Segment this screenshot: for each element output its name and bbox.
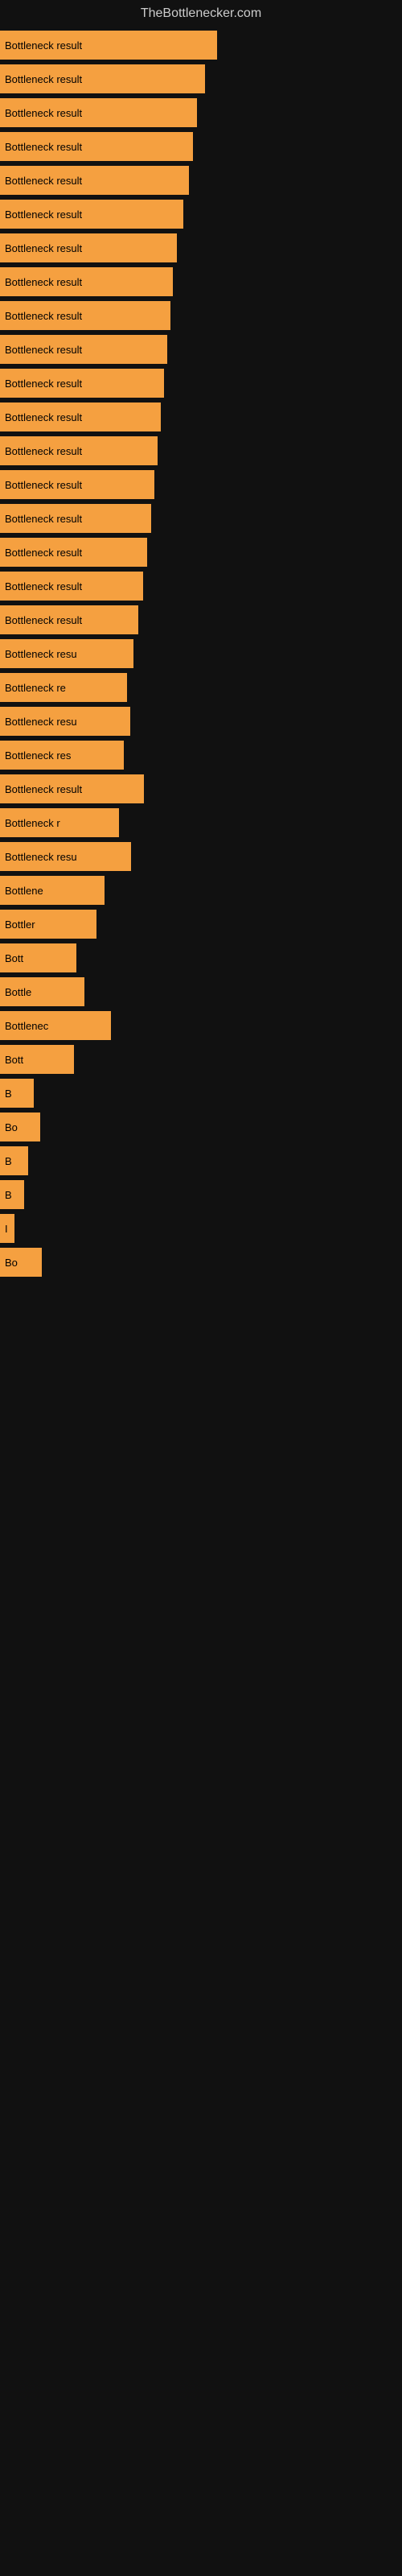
site-title: TheBottlenecker.com [0, 0, 402, 31]
bottleneck-bar: B [0, 1180, 24, 1209]
bottleneck-bar: Bottleneck result [0, 98, 197, 127]
bar-row: Bottleneck re [0, 673, 402, 702]
bar-row: Bottleneck result [0, 64, 402, 93]
bar-row: Bottleneck result [0, 200, 402, 229]
bottleneck-bar: Bottleneck result [0, 572, 143, 601]
bar-row: Bottlenec [0, 1011, 402, 1040]
bottleneck-bar: Bottleneck resu [0, 639, 133, 668]
bottleneck-bar: Bo [0, 1113, 40, 1141]
bar-row: Bottleneck result [0, 504, 402, 533]
bar-row: Bottleneck resu [0, 639, 402, 668]
bottleneck-bar: Bott [0, 1045, 74, 1074]
bottleneck-bar: Bottleneck result [0, 132, 193, 161]
bar-row: Bottleneck result [0, 774, 402, 803]
bottleneck-bar: Bottleneck result [0, 504, 151, 533]
bottleneck-bar: Bottleneck result [0, 31, 217, 60]
bar-row: Bo [0, 1248, 402, 1277]
bottleneck-bar: Bottleneck result [0, 335, 167, 364]
bottleneck-bar: Bottleneck resu [0, 842, 131, 871]
bottleneck-bar: Bottleneck result [0, 402, 161, 431]
bar-row: Bottleneck result [0, 538, 402, 567]
bottleneck-bar: Bottleneck result [0, 166, 189, 195]
bar-row: Bott [0, 943, 402, 972]
bar-row: I [0, 1214, 402, 1243]
bottleneck-bar: B [0, 1146, 28, 1175]
bar-row: Bottleneck result [0, 335, 402, 364]
bottleneck-bar: Bottleneck result [0, 436, 158, 465]
bar-row: Bottleneck result [0, 605, 402, 634]
bottleneck-bar: Bottleneck result [0, 369, 164, 398]
bar-row: Bott [0, 1045, 402, 1074]
bar-row: Bottleneck result [0, 233, 402, 262]
bottleneck-bar: B [0, 1079, 34, 1108]
bar-row: Bottleneck result [0, 436, 402, 465]
bar-row: Bottleneck result [0, 402, 402, 431]
bar-row: Bottlene [0, 876, 402, 905]
bar-row: B [0, 1146, 402, 1175]
bar-row: Bottleneck resu [0, 842, 402, 871]
bottleneck-bar: Bottleneck result [0, 470, 154, 499]
bar-row: B [0, 1079, 402, 1108]
bottleneck-bar: Bottleneck re [0, 673, 127, 702]
bottleneck-bar: Bottleneck res [0, 741, 124, 770]
bar-chart: Bottleneck result Bottleneck result Bottle… [0, 31, 402, 1282]
bottleneck-bar: Bottle [0, 977, 84, 1006]
bottleneck-bar: Bottler [0, 910, 96, 939]
bar-row: Bottleneck result [0, 301, 402, 330]
bar-row: Bottleneck res [0, 741, 402, 770]
bottleneck-bar: Bottleneck result [0, 301, 170, 330]
bar-row: Bottleneck r [0, 808, 402, 837]
bottleneck-bar: Bottleneck result [0, 200, 183, 229]
bottleneck-bar: Bottleneck result [0, 267, 173, 296]
bottleneck-bar: Bottleneck result [0, 605, 138, 634]
bar-row: Bottleneck resu [0, 707, 402, 736]
bar-row: Bottleneck result [0, 98, 402, 127]
bottleneck-bar: Bottlene [0, 876, 105, 905]
bar-row: Bottleneck result [0, 369, 402, 398]
bottleneck-bar: Bottleneck r [0, 808, 119, 837]
bottleneck-bar: Bott [0, 943, 76, 972]
bottleneck-bar: Bottleneck result [0, 774, 144, 803]
bar-row: Bottleneck result [0, 132, 402, 161]
bottleneck-bar: Bottleneck result [0, 64, 205, 93]
bar-row: Bottleneck result [0, 31, 402, 60]
bar-row: Bottler [0, 910, 402, 939]
bottleneck-bar: Bottleneck result [0, 233, 177, 262]
bar-row: Bottleneck result [0, 572, 402, 601]
bottleneck-bar: Bottleneck result [0, 538, 147, 567]
bottleneck-bar: Bottlenec [0, 1011, 111, 1040]
bar-row: B [0, 1180, 402, 1209]
page-wrapper: TheBottlenecker.com Bottleneck resultBot… [0, 0, 402, 1282]
bottleneck-bar: I [0, 1214, 14, 1243]
bar-row: Bottle [0, 977, 402, 1006]
bar-row: Bo [0, 1113, 402, 1141]
bottleneck-bar: Bottleneck resu [0, 707, 130, 736]
bar-row: Bottleneck result [0, 267, 402, 296]
bottleneck-bar: Bo [0, 1248, 42, 1277]
bar-row: Bottleneck result [0, 470, 402, 499]
bar-row: Bottleneck result [0, 166, 402, 195]
